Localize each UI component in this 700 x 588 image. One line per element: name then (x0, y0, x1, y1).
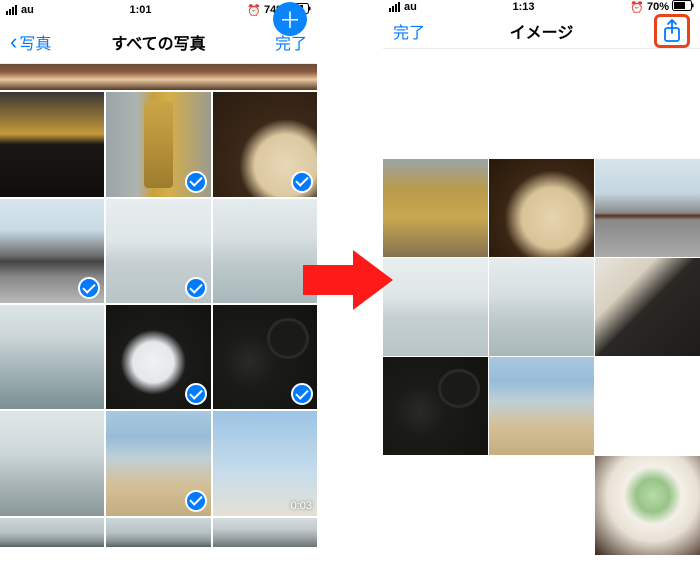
photo-grid[interactable]: 0:03 (0, 64, 317, 547)
plus-icon: ＋ (279, 3, 301, 35)
phone-left-all-photos: au 1:01 ⏰ 74% ＋ ‹ 写真 すべての写真 完了 0:03 (0, 0, 317, 568)
image-sashimi[interactable] (595, 258, 700, 356)
thumbnail (0, 92, 104, 196)
photo-sea-dark[interactable] (0, 305, 104, 409)
thumbnail (213, 518, 317, 547)
photo-bottom-crop-3[interactable] (213, 518, 317, 547)
photo-sky-video[interactable]: 0:03 (213, 411, 317, 515)
battery-icon (672, 0, 694, 14)
clock: 1:13 (513, 1, 535, 13)
photo-bottom-crop-2[interactable] (106, 518, 210, 547)
thumbnail (383, 258, 488, 356)
image-sea-2[interactable] (489, 258, 594, 356)
carrier-label: au (404, 1, 417, 13)
thumbnail (595, 258, 700, 356)
phone-right-images: au 1:13 ⏰ 70% 完了 イメージ (383, 0, 700, 568)
image-urchin-tray[interactable] (383, 357, 488, 455)
image-beach[interactable] (489, 357, 594, 455)
thumbnail (0, 518, 104, 547)
photo-meal-tray-urchin[interactable] (213, 305, 317, 409)
photo-beach-sand[interactable] (106, 411, 210, 515)
nav-title: イメージ (510, 19, 574, 43)
photo-bottom-crop-1[interactable] (0, 518, 104, 547)
selected-check-icon (185, 277, 207, 299)
thumbnail (0, 64, 317, 90)
selected-check-icon (185, 383, 207, 405)
chevron-left-icon: ‹ (10, 31, 17, 53)
video-duration: 0:03 (291, 500, 312, 512)
photo-row0-crop[interactable] (0, 64, 317, 90)
thumbnail (106, 518, 210, 547)
thumbnail (595, 456, 700, 554)
done-label: 完了 (393, 19, 425, 43)
image-can[interactable] (383, 159, 488, 257)
nav-title: すべての写真 (111, 30, 205, 54)
nav-bar: ＋ ‹ 写真 すべての写真 完了 (0, 20, 317, 64)
transition-arrow (303, 250, 393, 310)
photo-soba-noodles[interactable] (213, 92, 317, 196)
back-button[interactable]: ‹ 写真 (10, 30, 51, 54)
thumbnail (595, 159, 700, 257)
nav-bar: 完了 イメージ (383, 14, 700, 49)
thumbnail (383, 357, 488, 455)
image-grid[interactable] (383, 159, 700, 588)
image-old-street[interactable] (383, 456, 594, 588)
selected-check-icon (185, 490, 207, 512)
done-button[interactable]: 完了 (393, 19, 425, 43)
share-icon (662, 19, 682, 43)
signal-icon (389, 2, 400, 12)
thumbnail (383, 159, 488, 257)
battery-pct: 70% (647, 1, 669, 13)
photo-meal-tray-white[interactable] (106, 305, 210, 409)
alarm-icon: ⏰ (630, 1, 644, 14)
image-soba[interactable] (489, 159, 594, 257)
thumbnail (213, 199, 317, 303)
add-button[interactable]: ＋ (273, 2, 307, 36)
share-button-highlighted[interactable] (654, 14, 690, 48)
image-sea[interactable] (383, 258, 488, 356)
signal-icon (6, 5, 17, 15)
clock: 1:01 (130, 4, 152, 16)
status-bar: au 1:01 ⏰ 74% (0, 0, 317, 20)
thumbnail (489, 258, 594, 356)
selected-check-icon (185, 171, 207, 193)
photo-sea-horizon-1[interactable] (106, 199, 210, 303)
thumbnail (0, 411, 104, 515)
thumbnail (0, 305, 104, 409)
image-station-gate[interactable] (595, 159, 700, 257)
photo-station-glass-roof[interactable] (0, 199, 104, 303)
alarm-icon: ⏰ (247, 4, 261, 17)
photo-sea-horizon-2[interactable] (213, 199, 317, 303)
status-bar: au 1:13 ⏰ 70% (383, 0, 700, 14)
photo-beer-premium-can[interactable] (106, 92, 210, 196)
selected-check-icon (291, 171, 313, 193)
thumbnail (489, 357, 594, 455)
back-label: 写真 (19, 30, 51, 54)
thumbnail (489, 159, 594, 257)
photo-beer-black[interactable] (0, 92, 104, 196)
photo-sea-horizon-3[interactable] (0, 411, 104, 515)
carrier-label: au (21, 4, 34, 16)
image-mochi-matcha[interactable] (595, 456, 700, 554)
